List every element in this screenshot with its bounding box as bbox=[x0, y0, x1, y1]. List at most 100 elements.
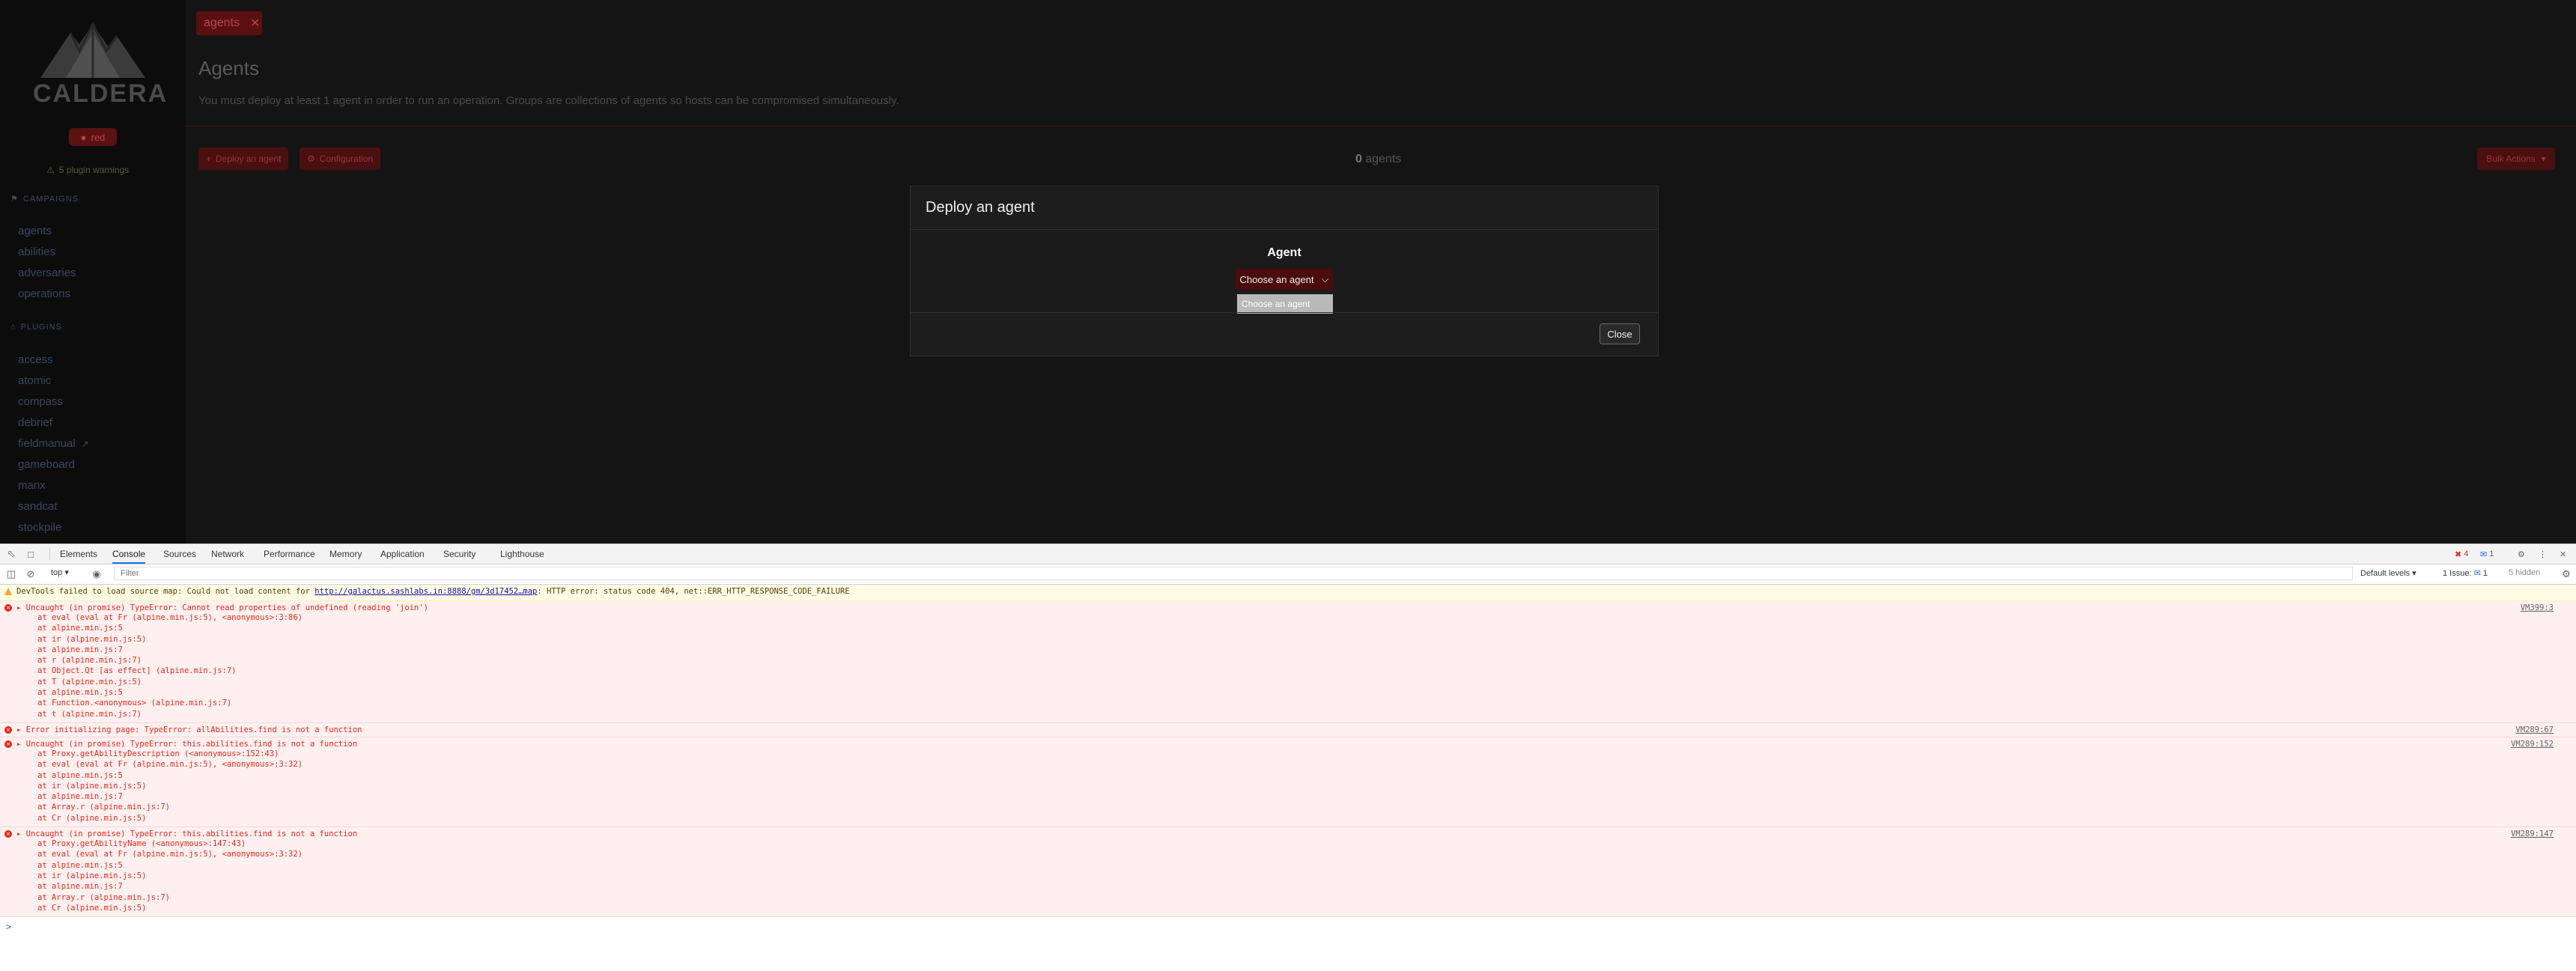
source-map-link[interactable]: http://galactus.sashlabs.in:8888/gm/3d17… bbox=[315, 587, 537, 596]
tab-agents[interactable]: agents ✕ bbox=[196, 11, 262, 35]
close-devtools-icon[interactable]: ✕ bbox=[2560, 547, 2566, 561]
close-icon[interactable]: ✕ bbox=[250, 16, 260, 31]
console-error: ✕ ▸ Uncaught (in promise) TypeError: this… bbox=[0, 827, 2576, 918]
stack-frame[interactable]: at eval (eval at Fr (alpine.min.js:5), <… bbox=[16, 612, 2576, 623]
stack-frame[interactable]: at alpine.min.js:5 bbox=[16, 860, 2576, 871]
stack-frame[interactable]: at T (alpine.min.js:5) bbox=[16, 677, 2576, 687]
close-button[interactable]: Close bbox=[1600, 323, 1640, 344]
bulk-actions-button[interactable]: Bulk Actions ▾ bbox=[2477, 147, 2555, 170]
error-message[interactable]: ▸ Uncaught (in promise) TypeError: this.… bbox=[16, 740, 2576, 749]
expand-triangle-icon[interactable]: ▸ bbox=[16, 725, 26, 734]
nav-access[interactable]: access bbox=[18, 353, 53, 366]
error-text: Uncaught (in promise) TypeError: Cannot … bbox=[25, 603, 428, 612]
section-label: PLUGINS bbox=[20, 323, 62, 332]
stack-frame[interactable]: at Array.r (alpine.min.js:7) bbox=[16, 802, 2576, 812]
eye-icon[interactable]: ◉ bbox=[90, 567, 103, 581]
console-settings-icon[interactable]: ⚙ bbox=[2560, 567, 2573, 581]
nav-compass[interactable]: compass bbox=[18, 395, 63, 408]
stack-frame[interactable]: at alpine.min.js:5 bbox=[16, 687, 2576, 698]
settings-icon[interactable]: ⚙ bbox=[2518, 547, 2525, 561]
agent-select-value: Choose an agent bbox=[1239, 273, 1314, 285]
nav-adversaries[interactable]: adversaries bbox=[18, 267, 76, 279]
stack-frame[interactable]: at eval (eval at Fr (alpine.min.js:5), <… bbox=[16, 849, 2576, 859]
deploy-agent-button[interactable]: + Deploy an agent bbox=[198, 147, 289, 170]
source-location-link[interactable]: VM289:152 bbox=[2511, 740, 2554, 749]
nav-stockpile[interactable]: stockpile bbox=[18, 521, 61, 534]
message-icon: ✉ bbox=[2480, 550, 2488, 559]
tab-memory[interactable]: Memory bbox=[329, 544, 362, 564]
stack-frame[interactable]: at Function.<anonymous> (alpine.min.js:7… bbox=[16, 698, 2576, 708]
nav-gameboard[interactable]: gameboard bbox=[18, 458, 75, 471]
tab-lighthouse[interactable]: Lighthouse bbox=[500, 544, 544, 564]
expand-triangle-icon[interactable]: ▸ bbox=[16, 740, 26, 749]
stack-frame[interactable]: at alpine.min.js:5 bbox=[16, 770, 2576, 781]
stack-frame[interactable]: at eval (eval at Fr (alpine.min.js:5), <… bbox=[16, 759, 2576, 770]
agent-select[interactable]: Choose an agent ⌵ bbox=[1236, 269, 1333, 290]
plugin-warnings-link[interactable]: ⚠ 5 plugin warnings bbox=[46, 165, 129, 175]
stack-frame[interactable]: at Proxy.getAbilityName (<anonymous>:147… bbox=[16, 838, 2576, 849]
nav-abilities[interactable]: abilities bbox=[18, 246, 55, 258]
caldera-logo[interactable]: CALDERA bbox=[33, 18, 166, 108]
error-message[interactable]: ▸ Error initializing page: TypeError: al… bbox=[16, 725, 2576, 734]
issues-button[interactable]: 1 Issue: ✉ 1 bbox=[2443, 568, 2488, 578]
stack-frame[interactable]: at ir (alpine.min.js:5) bbox=[16, 781, 2576, 791]
tab-security[interactable]: Security bbox=[443, 544, 476, 564]
stack-frame[interactable]: at ir (alpine.min.js:5) bbox=[16, 634, 2576, 645]
nav-operations[interactable]: operations bbox=[18, 287, 70, 300]
more-options-icon[interactable]: ⋮ bbox=[2539, 547, 2547, 561]
tab-elements[interactable]: Elements bbox=[60, 544, 97, 564]
stack-frame[interactable]: at Cr (alpine.min.js:5) bbox=[16, 903, 2576, 913]
stack-frame[interactable]: at Array.r (alpine.min.js:7) bbox=[16, 892, 2576, 903]
filter-input[interactable] bbox=[114, 567, 2353, 580]
tab-performance[interactable]: Performance bbox=[264, 544, 315, 564]
expand-triangle-icon[interactable]: ▸ bbox=[16, 830, 26, 838]
stack-frame[interactable]: at Object.Qt [as effect] (alpine.min.js:… bbox=[16, 666, 2576, 676]
issues-label: 1 Issue: bbox=[2443, 569, 2472, 578]
modal-header: Deploy an agent bbox=[911, 186, 1658, 230]
user-icon: ● bbox=[80, 131, 87, 143]
nav-agents[interactable]: agents bbox=[18, 225, 52, 237]
inspect-element-icon[interactable]: ⬁ bbox=[4, 547, 18, 561]
log-levels-dropdown[interactable]: Default levels ▾ bbox=[2360, 568, 2416, 578]
device-toolbar-icon[interactable]: □ bbox=[24, 547, 37, 561]
stack-frame[interactable]: at ir (alpine.min.js:5) bbox=[16, 871, 2576, 881]
stack-frame[interactable]: at alpine.min.js:7 bbox=[16, 791, 2576, 802]
stack-frame[interactable]: at r (alpine.min.js:7) bbox=[16, 655, 2576, 666]
error-count-badge[interactable]: ✖ 4 bbox=[2455, 547, 2468, 561]
stack-frame[interactable]: at t (alpine.min.js:7) bbox=[16, 709, 2576, 719]
tab-separator bbox=[49, 548, 50, 560]
stack-frame[interactable]: at alpine.min.js:7 bbox=[16, 881, 2576, 892]
nav-manx[interactable]: manx bbox=[18, 479, 46, 492]
stack-frame[interactable]: at Proxy.getAbilityDescription (<anonymo… bbox=[16, 749, 2576, 759]
agent-count-number: 0 bbox=[1355, 153, 1362, 165]
expand-triangle-icon[interactable]: ▸ bbox=[16, 603, 26, 612]
stack-frame[interactable]: at Cr (alpine.min.js:5) bbox=[16, 813, 2576, 824]
caldera-app: CALDERA ● red ⚠ 5 plugin warnings ⚑ CAMP… bbox=[0, 0, 2576, 544]
nav-debrief[interactable]: debrief bbox=[18, 416, 52, 429]
user-button[interactable]: ● red bbox=[69, 128, 117, 146]
error-message[interactable]: ▸ Uncaught (in promise) TypeError: Canno… bbox=[16, 603, 2576, 612]
stack-frame[interactable]: at alpine.min.js:5 bbox=[16, 623, 2576, 633]
sidebar: CALDERA ● red ⚠ 5 plugin warnings ⚑ CAMP… bbox=[0, 0, 186, 544]
context-selector[interactable]: top ▾ bbox=[51, 567, 69, 577]
nav-fieldmanual[interactable]: fieldmanual ↗ bbox=[18, 437, 89, 450]
agent-dropdown-option[interactable]: Choose an agent bbox=[1237, 294, 1333, 314]
user-name: red bbox=[91, 131, 106, 143]
nav-sandcat[interactable]: sandcat bbox=[18, 500, 58, 513]
sidebar-toggle-icon[interactable]: ◫ bbox=[4, 567, 18, 581]
nav-atomic[interactable]: atomic bbox=[18, 374, 51, 387]
tab-console[interactable]: Console bbox=[112, 544, 146, 564]
tab-application[interactable]: Application bbox=[380, 544, 425, 564]
mountain-logo-icon bbox=[40, 21, 145, 78]
configuration-button[interactable]: ⚙ Configuration bbox=[300, 147, 381, 170]
tab-network[interactable]: Network bbox=[211, 544, 244, 564]
source-location-link[interactable]: VM289:67 bbox=[2515, 725, 2554, 734]
stack-frame[interactable]: at alpine.min.js:7 bbox=[16, 645, 2576, 655]
error-message[interactable]: ▸ Uncaught (in promise) TypeError: this.… bbox=[16, 830, 2576, 838]
clear-console-icon[interactable]: ⊘ bbox=[24, 567, 37, 581]
source-location-link[interactable]: VM289:147 bbox=[2511, 830, 2554, 838]
console-prompt[interactable]: > bbox=[0, 917, 2576, 932]
info-count-badge[interactable]: ✉ 1 bbox=[2480, 547, 2494, 561]
tab-sources[interactable]: Sources bbox=[163, 544, 196, 564]
source-location-link[interactable]: VM399:3 bbox=[2521, 603, 2554, 612]
